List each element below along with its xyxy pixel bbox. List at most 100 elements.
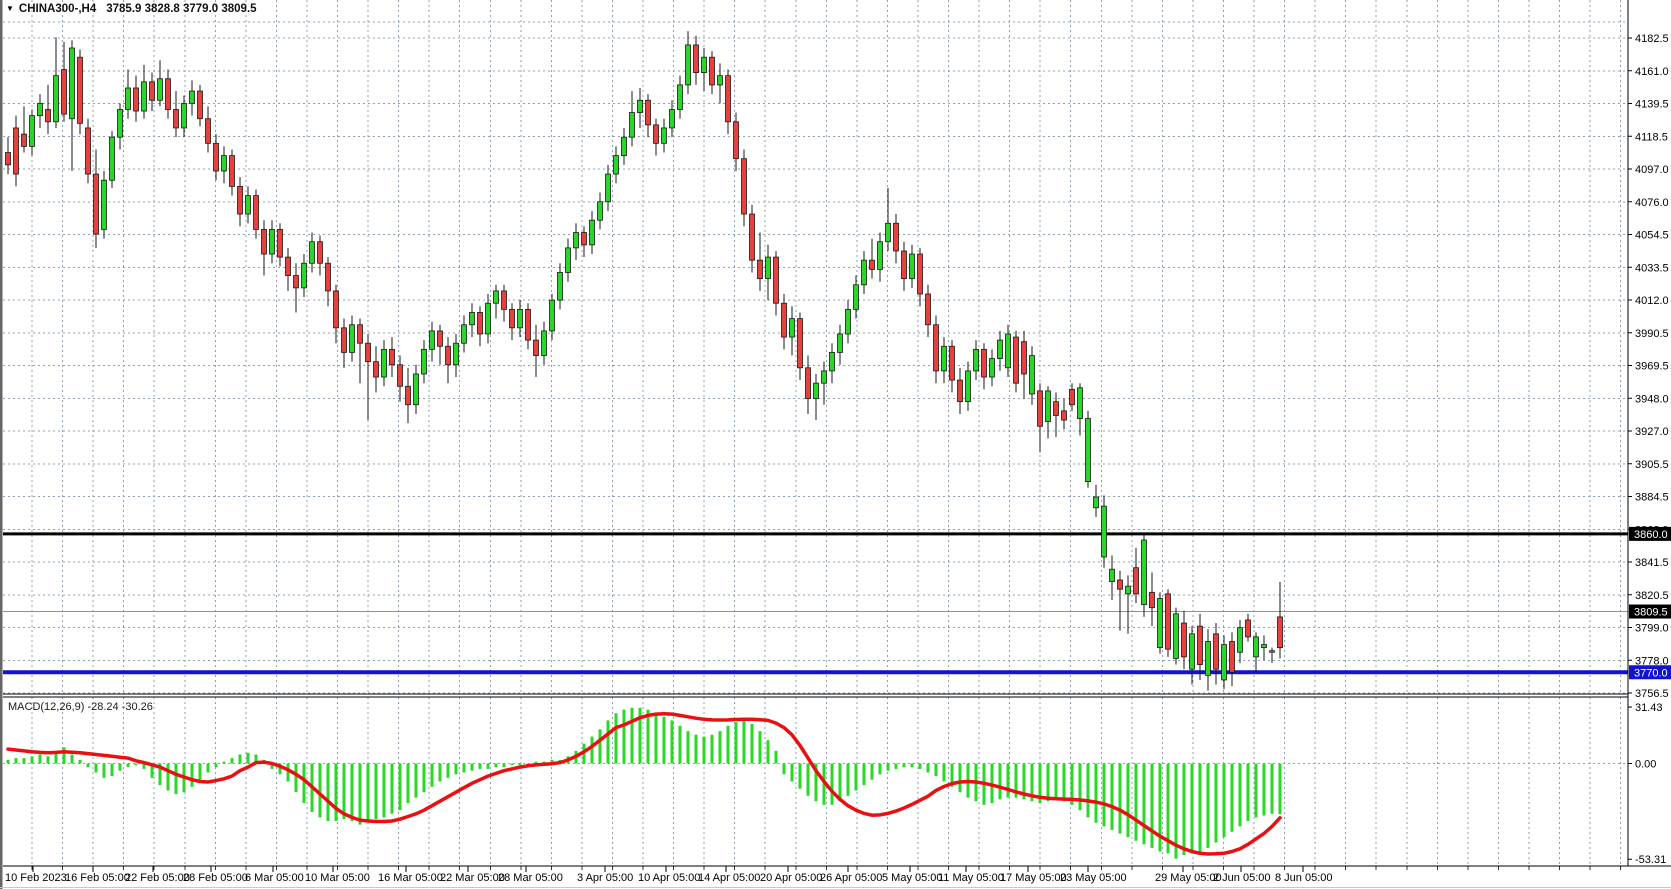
- time-axis-label: 29 May 05:00: [1155, 872, 1222, 884]
- candle-bearish: [654, 125, 659, 143]
- candle-bullish: [550, 300, 555, 331]
- candle-bullish: [270, 229, 275, 254]
- macd-histogram-bar: [959, 764, 962, 793]
- macd-histogram-bar: [87, 764, 90, 768]
- candle-bearish: [94, 174, 99, 234]
- macd-histogram-bar: [1127, 764, 1130, 838]
- candle-bullish: [454, 343, 459, 365]
- candle-bullish: [1238, 628, 1243, 653]
- price-axis-label: 3927.0: [1635, 426, 1669, 438]
- candles-layer[interactable]: [6, 31, 1283, 691]
- macd-histogram-bar: [879, 764, 882, 775]
- candle-bearish: [46, 109, 51, 121]
- macd-layer[interactable]: [7, 708, 1282, 859]
- macd-histogram-bar: [863, 764, 866, 786]
- symbol-period-label: CHINA300-,H4: [19, 3, 96, 15]
- candle-bullish: [838, 334, 843, 352]
- macd-histogram-bar: [735, 722, 738, 763]
- macd-histogram-bar: [615, 713, 618, 763]
- macd-histogram-bar: [7, 760, 10, 764]
- macd-histogram-bar: [935, 764, 938, 777]
- candle-bearish: [934, 325, 939, 371]
- candle-bearish: [1038, 391, 1043, 426]
- macd-histogram-bar: [647, 710, 650, 764]
- time-axis-label: 28 Mar 05:00: [498, 872, 563, 884]
- support-price-badge: 3770.0: [1629, 665, 1671, 679]
- chart-canvas[interactable]: 4182.54161.04139.54118.54097.04076.04054…: [0, 0, 1671, 889]
- candle-bearish: [358, 325, 363, 343]
- time-axis-label: 5 May 05:00: [882, 872, 943, 884]
- macd-histogram-bar: [719, 731, 722, 763]
- macd-histogram-bar: [191, 764, 194, 787]
- candle-bearish: [950, 346, 955, 380]
- macd-histogram-bar: [247, 753, 250, 764]
- macd-histogram-bar: [15, 758, 18, 763]
- macd-histogram-bar: [1079, 764, 1082, 811]
- time-axis-label: 26 Apr 05:00: [820, 872, 882, 884]
- candle-bullish: [790, 319, 795, 337]
- candle-bearish: [62, 70, 67, 115]
- macd-histogram-bar: [95, 764, 98, 773]
- candle-bullish: [590, 220, 595, 245]
- macd-histogram-bar: [111, 764, 114, 777]
- symbol-dropdown[interactable]: ▼ CHINA300-,H4: [6, 3, 96, 15]
- macd-histogram-bar: [135, 764, 138, 766]
- candle-bullish: [822, 371, 827, 383]
- candle-bearish: [1062, 411, 1067, 420]
- candle-bearish: [278, 229, 283, 257]
- time-axis-label: 20 Apr 05:00: [760, 872, 822, 884]
- candle-bearish: [710, 57, 715, 85]
- candle-bullish: [878, 242, 883, 270]
- candle-bullish: [430, 331, 435, 349]
- svg-text:3770.0: 3770.0: [1634, 667, 1668, 679]
- macd-histogram-bar: [447, 764, 450, 778]
- candle-bullish: [678, 85, 683, 110]
- candle-bearish: [806, 368, 811, 399]
- candle-bullish: [1262, 645, 1267, 648]
- candle-bearish: [150, 82, 155, 100]
- candle-bearish: [734, 122, 739, 159]
- candle-bullish: [1190, 634, 1195, 669]
- macd-histogram-bar: [71, 755, 74, 764]
- macd-histogram-bar: [295, 764, 298, 793]
- macd-histogram-bar: [23, 758, 26, 763]
- macd-histogram-bar: [1263, 764, 1266, 816]
- macd-histogram-bar: [1143, 764, 1146, 845]
- candle-bullish: [1006, 334, 1011, 368]
- candle-bearish: [254, 196, 259, 230]
- macd-histogram-bar: [1271, 764, 1274, 814]
- candle-bullish: [102, 180, 107, 229]
- macd-histogram-bar: [319, 764, 322, 818]
- price-axis-label: 3841.5: [1635, 557, 1669, 569]
- candle-bullish: [846, 309, 851, 334]
- candle-bearish: [438, 331, 443, 346]
- macd-histogram-bar: [1215, 764, 1218, 843]
- candle-bullish: [110, 137, 115, 180]
- candle-bullish: [830, 352, 835, 370]
- candle-bullish: [1102, 506, 1107, 557]
- macd-histogram-bar: [1055, 764, 1058, 800]
- macd-histogram-bar: [415, 764, 418, 798]
- time-axis-label: 10 Mar 05:00: [305, 872, 370, 884]
- macd-histogram-bar: [623, 710, 626, 764]
- macd-histogram-bar: [1135, 764, 1138, 841]
- macd-histogram-bar: [751, 724, 754, 764]
- candle-bullish: [462, 325, 467, 343]
- time-axis-label: 10 Feb 2023: [5, 872, 67, 884]
- macd-histogram-bar: [519, 764, 522, 766]
- macd-histogram-bar: [927, 764, 930, 773]
- candle-bullish: [574, 233, 579, 248]
- macd-histogram-bar: [175, 764, 178, 795]
- candle-bearish: [198, 91, 203, 119]
- candle-bearish: [1118, 580, 1123, 589]
- candle-bearish: [902, 251, 907, 279]
- candle-bullish: [1086, 419, 1091, 482]
- macd-histogram-bar: [391, 764, 394, 814]
- axes-layer[interactable]: 4182.54161.04139.54118.54097.04076.04054…: [0, 0, 1671, 889]
- candle-bearish: [926, 294, 931, 325]
- macd-histogram-bar: [655, 713, 658, 763]
- price-axis-label: 4076.0: [1635, 197, 1669, 209]
- candle-bearish: [238, 186, 243, 214]
- macd-histogram-bar: [47, 756, 50, 763]
- candle-bearish: [1166, 594, 1171, 649]
